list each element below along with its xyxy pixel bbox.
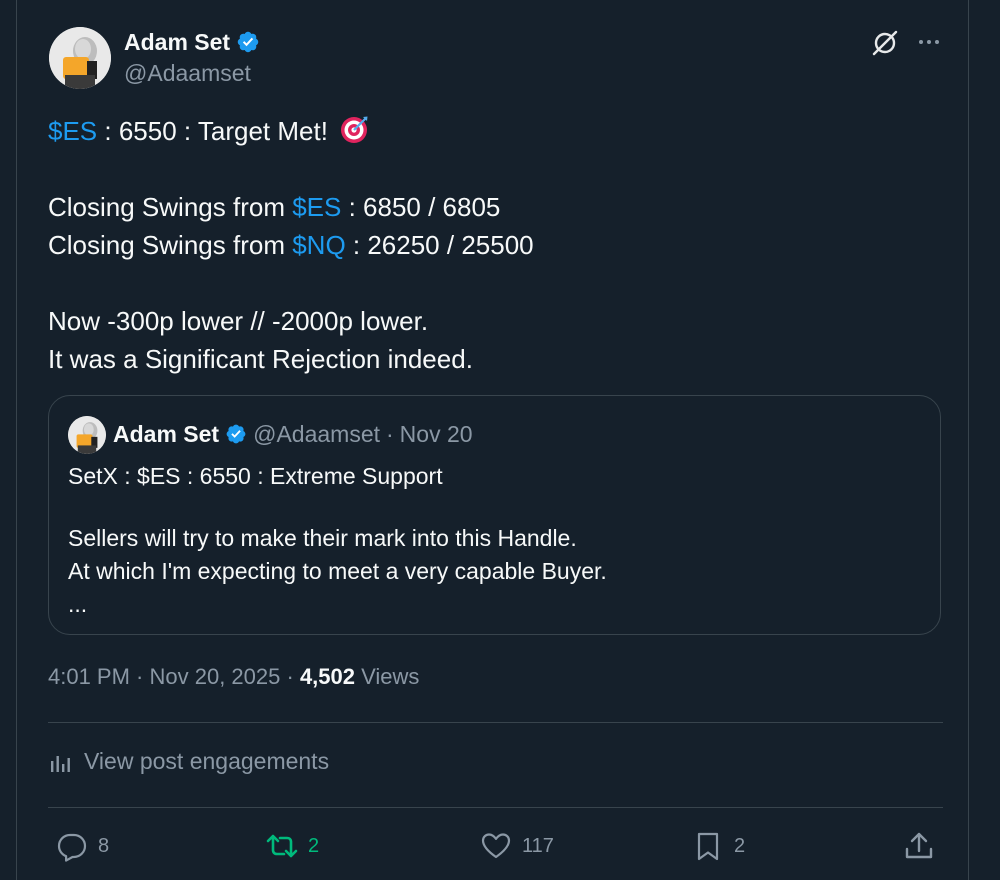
views-label: Views <box>355 664 420 689</box>
post-text: $ES : 6550 : Target Met! Closing Swings … <box>48 112 948 378</box>
quoted-header: Adam Set @Adaamset · Nov 20 <box>113 418 473 450</box>
post-date[interactable]: Nov 20, 2025 <box>150 664 281 690</box>
post-line: Closing Swings from $ES : 6850 / 6805 <box>48 188 948 226</box>
post-text-segment: : 26250 / 25500 <box>345 230 534 260</box>
analytics-icon <box>51 755 70 772</box>
divider <box>48 722 943 723</box>
separator-dot: · <box>386 420 394 447</box>
like-count: 117 <box>522 834 554 857</box>
view-engagements-label: View post engagements <box>84 748 330 774</box>
bookmark-count: 2 <box>734 834 746 857</box>
verified-badge-icon <box>226 424 246 444</box>
separator-dot: · <box>129 664 150 689</box>
more-icon[interactable] <box>914 30 944 54</box>
post-line: Closing Swings from $NQ : 26250 / 25500 <box>48 226 948 264</box>
author-handle[interactable]: @Adaamset <box>124 60 251 87</box>
post-line: Now -300p lower // -2000p lower. <box>48 306 429 336</box>
quoted-text: SetX : $ES : 6550 : Extreme Support Sell… <box>68 460 918 621</box>
quoted-avatar <box>68 416 106 454</box>
quoted-line: ... <box>68 591 88 617</box>
post-text-segment: : 6850 / 6805 <box>341 192 501 222</box>
cashtag-link[interactable]: $ES <box>48 116 97 146</box>
views-count: 4,502 <box>299 664 355 689</box>
cashtag-link[interactable]: $NQ <box>292 230 345 260</box>
quoted-line: At which I'm expecting to meet a very ca… <box>68 558 607 584</box>
reply-icon <box>57 833 87 862</box>
direct-hit-emoji-icon <box>341 116 368 143</box>
reply-count: 8 <box>98 834 110 857</box>
divider <box>48 807 943 808</box>
share-button[interactable] <box>903 826 935 866</box>
separator-dot: · <box>280 664 300 689</box>
view-engagements-button[interactable]: View post engagements <box>48 748 329 775</box>
post-line: It was a Significant Rejection indeed. <box>48 344 473 374</box>
post-time[interactable]: 4:01 PM <box>48 664 130 690</box>
quoted-post-card[interactable]: Adam Set @Adaamset · Nov 20 SetX : $ES :… <box>48 395 941 635</box>
verified-badge-icon <box>237 31 259 53</box>
reply-button[interactable]: 8 <box>56 826 109 866</box>
avatar[interactable] <box>49 27 111 89</box>
cashtag-link[interactable]: $ES <box>292 192 341 222</box>
quoted-line: Sellers will try to make their mark into… <box>68 525 577 551</box>
column-border-right <box>968 0 969 880</box>
post-text-segment: Closing Swings from <box>48 230 293 260</box>
like-button[interactable]: 117 <box>480 826 554 866</box>
display-name[interactable]: Adam Set <box>124 29 230 56</box>
bookmark-icon <box>697 832 719 861</box>
column-border-left <box>16 0 17 880</box>
quoted-line: SetX : $ES : 6550 : Extreme Support <box>68 463 443 489</box>
post-detail: Adam Set @Adaamset $ES : 6550 : Target M… <box>0 0 1000 880</box>
post-text-segment: : 6550 : Target Met! <box>97 116 336 146</box>
repost-button[interactable]: 2 <box>266 826 319 866</box>
quoted-date: Nov 20 <box>399 420 473 447</box>
post-text-segment: Closing Swings from <box>48 192 293 222</box>
bookmark-button[interactable]: 2 <box>692 826 745 866</box>
post-meta: 4:01 PM · Nov 20, 2025 · 4,502 Views <box>48 664 419 690</box>
author-name-row[interactable]: Adam Set <box>124 26 260 58</box>
quoted-display-name: Adam Set <box>113 420 220 447</box>
quoted-handle: @Adaamset <box>253 420 380 447</box>
heart-icon <box>481 833 511 859</box>
grok-icon[interactable] <box>870 28 900 58</box>
repost-count: 2 <box>308 834 320 857</box>
share-icon <box>905 832 933 859</box>
repost-icon <box>266 834 298 858</box>
post-line: $ES : 6550 : Target Met! <box>48 112 948 150</box>
